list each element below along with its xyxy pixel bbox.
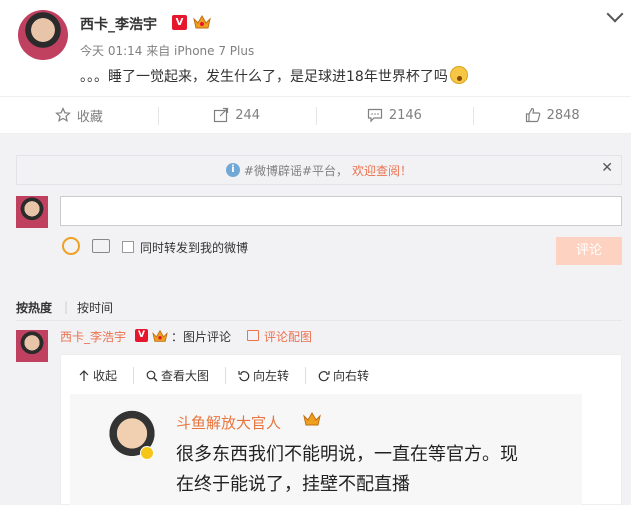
image-text-line2: 在终于能说了，挂壁不配直播 [176, 474, 410, 495]
author-avatar[interactable] [18, 10, 68, 60]
rotate-left-icon [238, 370, 250, 381]
rotate-right-button[interactable]: 向右转 [305, 367, 369, 384]
sort-by-time-tab[interactable]: 按时间 [77, 299, 113, 316]
like-count: 2848 [546, 107, 580, 123]
repost-count: 244 [235, 107, 261, 123]
verified-badge-icon: V [172, 15, 187, 30]
favorite-button[interactable]: 收藏 [0, 97, 158, 133]
view-large-button[interactable]: 查看大图 [133, 367, 209, 384]
image-viewer-toolbar: 收起 查看大图 向左转 向右转 [78, 367, 369, 384]
rotate-right-label: 向右转 [333, 369, 370, 383]
collapse-label: 收起 [93, 369, 118, 383]
image-icon [247, 330, 259, 341]
close-icon[interactable]: ✕ [601, 160, 613, 176]
rotate-right-icon [318, 370, 330, 381]
submit-comment-button[interactable]: 评论 [556, 237, 622, 265]
info-icon: i [225, 163, 240, 177]
comment-input[interactable] [60, 196, 622, 226]
comment-icon [367, 108, 382, 123]
rotate-left-label: 向左转 [253, 369, 290, 383]
commenter-avatar[interactable] [16, 330, 48, 362]
sort-by-hot-tab[interactable]: 按热度 [16, 299, 52, 316]
post-content: 。。。睡了一觉起来，发生什么了，是足球进18年世界杯了吗 [80, 66, 468, 86]
shocked-emoji-icon [449, 66, 468, 84]
image-username: 斗鱼解放大官人 [176, 414, 282, 432]
rumor-notice: i #微博辟谣#平台， 欢迎查阅！ [16, 155, 622, 185]
comment-image-tag[interactable]: 评论配图 [264, 328, 312, 345]
post-meta: 今天 01:14 来自 iPhone 7 Plus [80, 44, 255, 58]
verified-badge-icon: V [135, 329, 148, 342]
crown-icon [193, 14, 211, 29]
star-icon [54, 107, 71, 123]
comment-count: 2146 [388, 107, 422, 123]
view-large-label: 查看大图 [161, 369, 210, 383]
comment-text: ：图片评论 [171, 330, 232, 344]
rotate-left-button[interactable]: 向左转 [225, 367, 289, 384]
arrow-up-icon [79, 369, 89, 381]
share-icon [214, 107, 229, 123]
like-button[interactable]: 2848 [473, 97, 631, 133]
image-icon[interactable] [92, 239, 110, 253]
notice-link[interactable]: 欢迎查阅！ [352, 162, 412, 179]
repost-checkbox[interactable] [122, 241, 134, 253]
search-icon [146, 370, 158, 381]
emoji-icon[interactable] [62, 237, 80, 255]
thumbs-up-icon [525, 107, 540, 123]
repost-button[interactable]: 244 [157, 97, 316, 133]
crown-icon [152, 329, 168, 342]
notice-text: #微博辟谣#平台， [243, 163, 349, 178]
author-name[interactable]: 西卡_李浩宇 [80, 14, 157, 34]
commenter-name[interactable]: 西卡_李浩宇 [60, 328, 126, 345]
divider [16, 320, 622, 321]
repost-checkbox-label: 同时转发到我的微博 [140, 241, 249, 255]
comment-button[interactable]: 2146 [315, 97, 474, 133]
chevron-down-icon[interactable] [606, 5, 624, 23]
collapse-button[interactable]: 收起 [78, 367, 117, 384]
verified-badge-icon [140, 446, 154, 460]
image-text-line1: 很多东西我们不能明说，一直在等官方。现 [176, 444, 518, 465]
current-user-avatar [16, 196, 48, 228]
crown-icon [303, 411, 321, 426]
sort-divider: | [64, 300, 69, 314]
action-bar: 收藏 244 2146 2848 [0, 96, 631, 134]
favorite-label: 收藏 [76, 109, 103, 125]
post-content-text: 。。。睡了一觉起来，发生什么了，是足球进18年世界杯了吗 [80, 69, 448, 85]
